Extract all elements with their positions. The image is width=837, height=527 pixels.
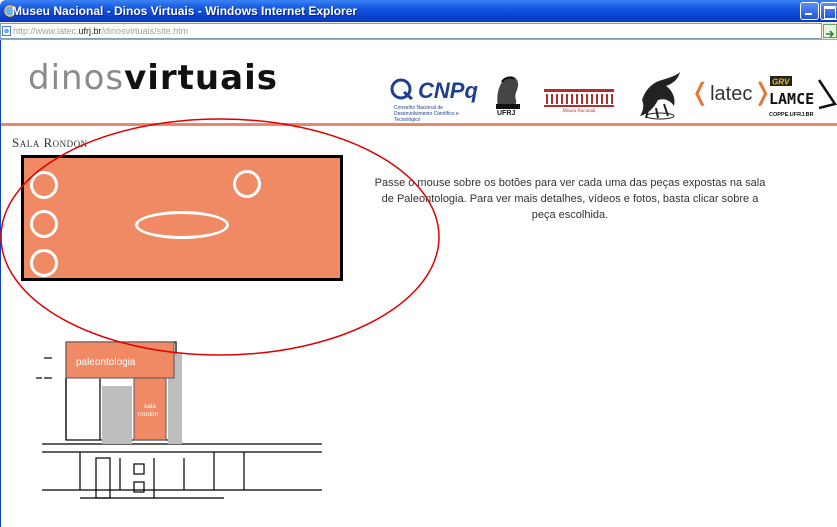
latec-text: latec <box>710 83 753 105</box>
floorplan-rondon-label: rondon <box>138 411 159 418</box>
go-button[interactable] <box>823 24 837 38</box>
maximize-button[interactable] <box>820 2 837 20</box>
lamce-text: LAMCE <box>769 90 814 108</box>
address-bar: http://www.latec.ufrj.br/dinosvirtuais/s… <box>0 22 837 40</box>
exhibit-hotspot-4[interactable] <box>233 170 261 198</box>
header-divider <box>1 123 837 126</box>
paleontologia-logo[interactable] <box>636 70 684 120</box>
lamce-mark-icon: GRV LAMCE COPPE.UFRJ.BR <box>769 76 837 118</box>
instructions-text: Passe o mouse sobre os botões para ver c… <box>374 177 766 221</box>
page-icon <box>2 26 11 36</box>
floorplan-sala-label: sala <box>144 403 156 410</box>
window-titlebar[interactable]: Museu Nacional - Dinos Virtuais - Window… <box>0 0 837 22</box>
cnpq-mark-icon <box>390 78 413 100</box>
logo-dinos-text: dinos <box>28 58 125 98</box>
address-domain: ufrj.br <box>78 26 102 36</box>
room-map <box>21 155 343 281</box>
exhibit-hotspot-2[interactable] <box>30 210 58 238</box>
go-arrow-icon <box>826 30 835 38</box>
dinosaur-skeleton-icon <box>640 72 680 120</box>
cnpq-subtitle: Conselho Nacional de Desenvolvimento Cie… <box>394 105 459 123</box>
minimize-button[interactable] <box>800 2 819 20</box>
floorplan-paleontologia-label: paleontologia <box>76 357 136 368</box>
museu-nacional-text: Museu Nacional <box>562 109 596 114</box>
logo-virtuais-text: virtuais <box>124 58 278 98</box>
address-input[interactable]: http://www.latec.ufrj.br/dinosvirtuais/s… <box>0 23 822 39</box>
exhibit-hotspot-3[interactable] <box>30 249 58 277</box>
dinos-virtuais-logo[interactable]: dinosvirtuais <box>28 58 278 98</box>
room-title: Sala Rondon <box>12 135 88 150</box>
address-prefix: http://www.latec. <box>13 26 79 36</box>
lamce-grv-text: GRV <box>772 78 790 87</box>
minerva-head-icon <box>496 76 520 109</box>
address-suffix: /dinosvirtuais/site.htm <box>101 26 189 36</box>
exhibit-hotspot-1[interactable] <box>30 171 58 199</box>
lamce-subtitle: COPPE.UFRJ.BR <box>769 112 814 118</box>
ufrj-text: UFRJ <box>497 110 516 117</box>
latec-logo[interactable]: ❬latec❭ <box>690 78 772 107</box>
cnpq-text: CNPq <box>418 78 478 103</box>
lamce-logo[interactable]: GRV LAMCE COPPE.UFRJ.BR <box>767 74 837 120</box>
museu-building-icon <box>544 89 614 107</box>
ufrj-logo[interactable]: UFRJ <box>492 74 524 120</box>
window-title: Museu Nacional - Dinos Virtuais - Window… <box>12 4 358 18</box>
latec-bracket-left-icon: ❬ <box>690 79 711 106</box>
museu-nacional-logo[interactable]: Museu Nacional <box>542 87 616 119</box>
exhibit-hotspot-center[interactable] <box>135 211 229 239</box>
floor-plan-map: paleontologia sala rondon <box>36 341 322 499</box>
